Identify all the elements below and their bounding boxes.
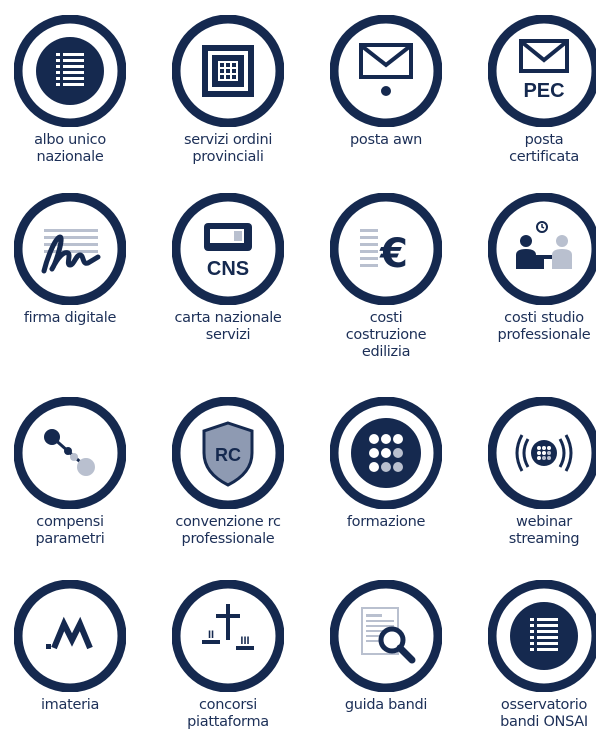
- pec-mail-icon: PEC: [488, 15, 596, 127]
- tile-webinar-streaming[interactable]: webinar streaming: [469, 397, 596, 548]
- shield-icon: RC: [172, 397, 284, 509]
- tile-servizi-ordini-provinciali[interactable]: servizi ordini provinciali: [153, 15, 303, 166]
- tile-label: carta nazionale servizi: [174, 310, 282, 343]
- network-icon: [14, 397, 126, 509]
- tile-firma-digitale[interactable]: firma digitale: [0, 193, 145, 327]
- pec-badge: PEC: [523, 80, 564, 102]
- tile-albo-unico-nazionale[interactable]: albo unico nazionale: [0, 15, 145, 166]
- cns-badge: CNS: [207, 258, 249, 280]
- tile-compensi-parametri[interactable]: compensi parametri: [0, 397, 145, 548]
- services-grid: albo unico nazionale servizi ordini provin…: [0, 0, 596, 736]
- tile-label: servizi ordini provinciali: [183, 132, 273, 165]
- mail-icon: [330, 15, 442, 127]
- third-place-badge: III: [240, 635, 249, 647]
- list-icon: [14, 15, 126, 127]
- tile-carta-nazionale-servizi[interactable]: CNS carta nazionale servizi: [153, 193, 303, 344]
- euro-icon: €: [330, 193, 442, 305]
- document-search-icon: [330, 580, 442, 692]
- tile-posta-awn[interactable]: posta awn: [311, 15, 461, 149]
- tile-guida-bandi[interactable]: guida bandi: [311, 580, 461, 714]
- tile-label: convenzione rc professionale: [175, 514, 281, 547]
- tile-concorsi-piattaforma[interactable]: II III concorsi piattaforma: [153, 580, 303, 731]
- meeting-icon: [488, 193, 596, 305]
- building-icon: [172, 15, 284, 127]
- signature-icon: [14, 193, 126, 305]
- tile-costi-studio-professionale[interactable]: costi studio professionale: [469, 193, 596, 344]
- euro-badge: €: [379, 231, 408, 277]
- tile-costi-costruzione-edilizia[interactable]: € costi costruzione edilizia: [311, 193, 461, 361]
- tile-label: costi costruzione edilizia: [345, 310, 427, 360]
- tile-posta-certificata[interactable]: PEC posta certificata: [469, 15, 596, 166]
- tile-osservatorio-bandi-onsai[interactable]: osservatorio bandi ONSAI: [469, 580, 596, 731]
- tile-label: guida bandi: [344, 697, 428, 713]
- rc-badge: RC: [215, 445, 241, 465]
- dots-grid-icon: [330, 397, 442, 509]
- tile-label: imateria: [40, 697, 100, 713]
- list-icon: [488, 580, 596, 692]
- tile-label: posta certificata: [509, 132, 579, 165]
- tile-label: webinar streaming: [508, 514, 580, 547]
- tile-label: osservatorio bandi ONSAI: [500, 697, 588, 730]
- second-place-badge: II: [208, 629, 214, 641]
- imateria-logo-icon: [14, 580, 126, 692]
- tile-imateria[interactable]: imateria: [0, 580, 145, 714]
- tile-label: costi studio professionale: [497, 310, 591, 343]
- broadcast-icon: [488, 397, 596, 509]
- tile-label: formazione: [346, 514, 426, 530]
- tile-label: firma digitale: [23, 310, 117, 326]
- tile-label: posta awn: [349, 132, 423, 148]
- tile-convenzione-rc-professionale[interactable]: RC convenzione rc professionale: [153, 397, 303, 548]
- tile-label: compensi parametri: [35, 514, 105, 547]
- tile-label: albo unico nazionale: [34, 132, 106, 165]
- tile-label: concorsi piattaforma: [187, 697, 269, 730]
- podium-icon: II III: [172, 580, 284, 692]
- cns-card-icon: CNS: [172, 193, 284, 305]
- tile-formazione[interactable]: formazione: [311, 397, 461, 531]
